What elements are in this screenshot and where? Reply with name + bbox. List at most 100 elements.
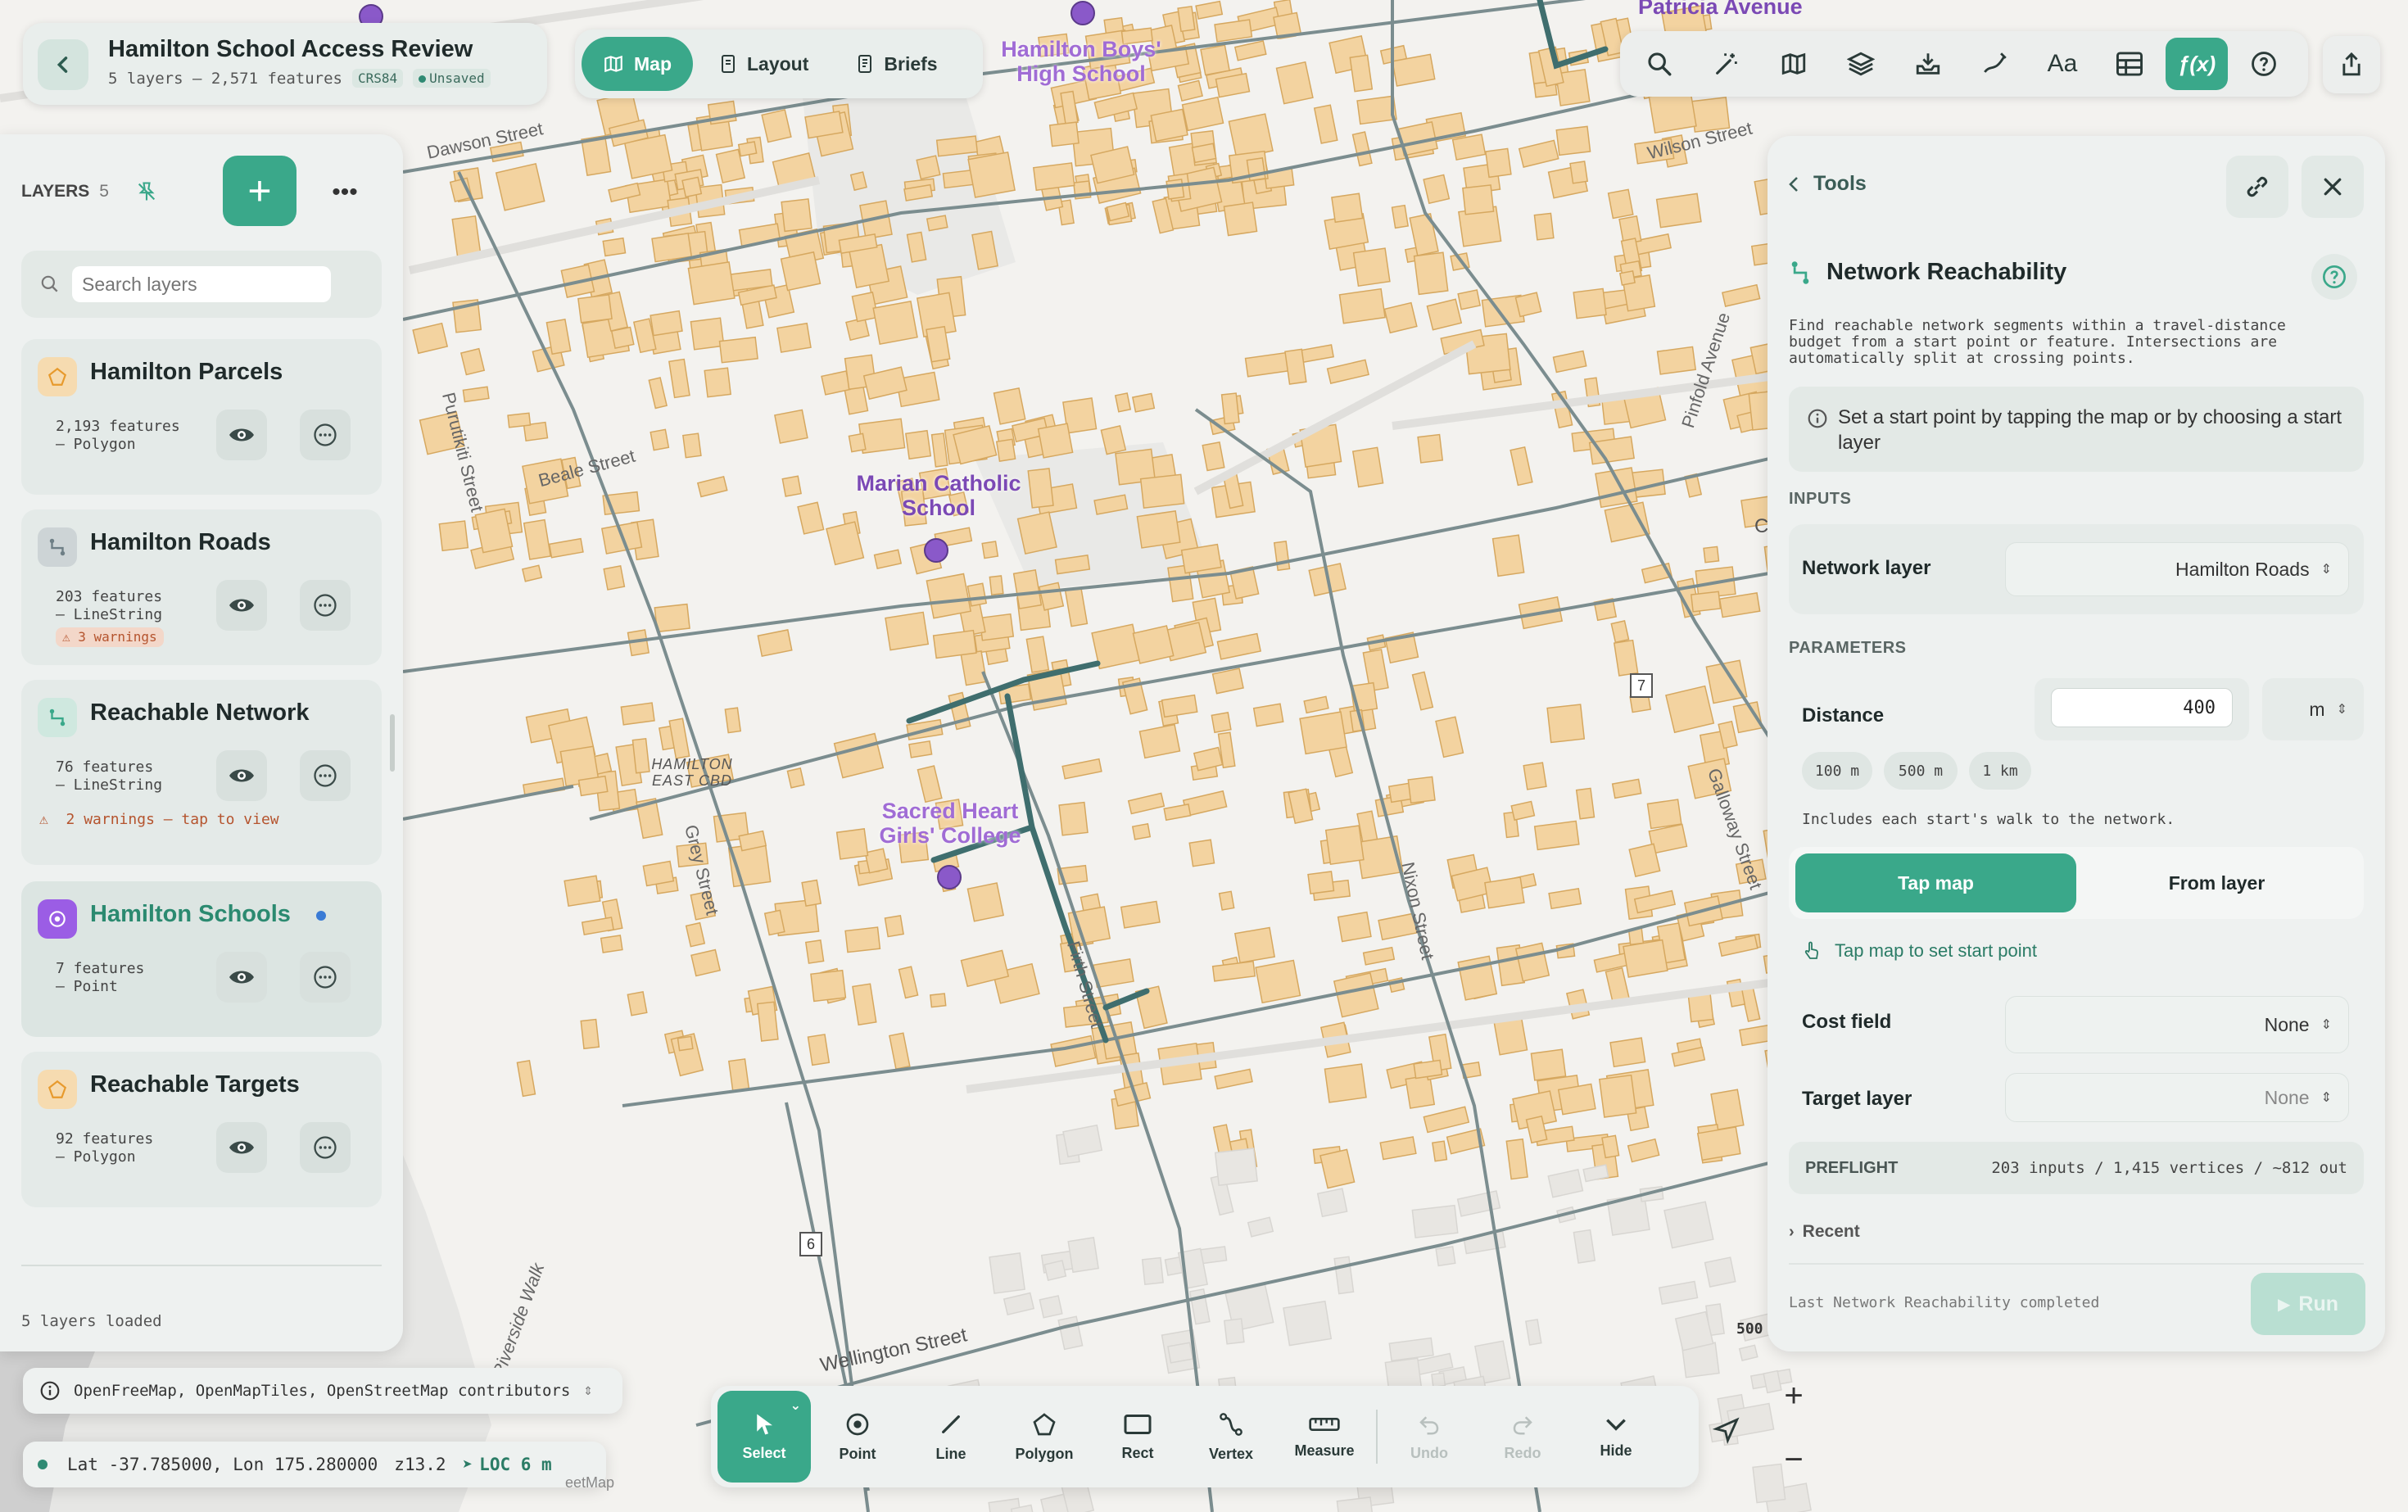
- zoom-out-button[interactable]: −: [1764, 1430, 1823, 1489]
- redo-tool-button[interactable]: Redo: [1476, 1391, 1569, 1483]
- sort-icon: ⇕: [2336, 703, 2347, 717]
- visibility-toggle[interactable]: [216, 580, 267, 631]
- layer-card[interactable]: Reachable Targets 92 features – Polygon: [21, 1052, 382, 1207]
- labels-button[interactable]: Aa: [2031, 38, 2093, 90]
- distance-chip-1km[interactable]: 1 km: [1969, 752, 2031, 790]
- share-button[interactable]: [2323, 36, 2380, 93]
- layer-name: Reachable Network: [90, 699, 310, 726]
- recent-toggle[interactable]: › Recent: [1789, 1222, 1860, 1242]
- building: [451, 215, 482, 257]
- building: [1530, 1048, 1567, 1081]
- from-layer-button[interactable]: From layer: [2076, 853, 2357, 912]
- building: [654, 603, 690, 633]
- pin-icon[interactable]: [135, 180, 158, 203]
- vertex-tool-button[interactable]: Vertex: [1184, 1391, 1278, 1483]
- layer-card[interactable]: Hamilton Parcels 2,193 features – Polygon: [21, 339, 382, 495]
- warning-badge[interactable]: ⚠ 3 warnings: [56, 627, 164, 647]
- building: [801, 879, 822, 908]
- layers-scrollbar[interactable]: [390, 714, 395, 772]
- layer-options-button[interactable]: [300, 1122, 351, 1173]
- building: [1462, 184, 1495, 215]
- layer-card[interactable]: Reachable Network 76 features – LineStrin…: [21, 680, 382, 865]
- tab-map[interactable]: Map: [582, 37, 693, 91]
- building: [926, 215, 948, 232]
- layer-options-button[interactable]: [300, 410, 351, 460]
- labels-icon: Aa: [2047, 50, 2078, 77]
- select-tool-button[interactable]: Select ⌄: [717, 1391, 811, 1483]
- target-layer-select[interactable]: None ⇕: [2005, 1073, 2349, 1122]
- tool-label: Point: [839, 1445, 876, 1462]
- distance-input[interactable]: [2051, 688, 2233, 727]
- layer-search-input[interactable]: [72, 266, 331, 302]
- building: [1601, 1134, 1620, 1159]
- network-layer-select[interactable]: Hamilton Roads ⇕: [2005, 542, 2349, 596]
- run-button[interactable]: ▶ Run: [2251, 1273, 2365, 1335]
- edge-label: C: [1754, 515, 1769, 537]
- building: [884, 915, 904, 938]
- layer-options-button[interactable]: [300, 952, 351, 1003]
- import-button[interactable]: [1897, 38, 1959, 90]
- tool-help-button[interactable]: [2311, 254, 2357, 300]
- distance-row: Distance m ⇕ 100 m 500 m 1 km Includes e…: [1789, 673, 2364, 976]
- layer-card[interactable]: Hamilton Roads 203 features – LineString ⚠…: [21, 509, 382, 665]
- project-title: Hamilton School Access Review: [108, 36, 473, 62]
- visibility-toggle[interactable]: [216, 952, 267, 1003]
- tab-layout[interactable]: Layout: [698, 37, 830, 91]
- distance-chip-100m[interactable]: 100 m: [1802, 752, 1872, 790]
- location-accuracy[interactable]: ➤ LOC 6 m: [463, 1455, 552, 1474]
- attribution-bar[interactable]: OpenFreeMap, OpenMapTiles, OpenStreetMap…: [23, 1368, 622, 1414]
- chevron-right-icon: ›: [1789, 1222, 1795, 1241]
- route-shield: 6: [799, 1232, 822, 1256]
- more-circle-icon: [313, 593, 337, 618]
- layers-button[interactable]: [1830, 38, 1892, 90]
- tool-title: Network Reachability: [1789, 259, 2066, 286]
- measure-tool-button[interactable]: Measure: [1278, 1391, 1371, 1483]
- building: [1331, 192, 1364, 224]
- sort-icon: ⇕: [2320, 1018, 2332, 1032]
- basemap-button[interactable]: [1763, 38, 1825, 90]
- vertex-icon: [1218, 1411, 1244, 1437]
- status-dot-icon: [419, 75, 427, 83]
- layer-options-button[interactable]: [300, 750, 351, 801]
- building: [1067, 1237, 1099, 1274]
- visibility-toggle[interactable]: [216, 750, 267, 801]
- line-tool-button[interactable]: Line: [904, 1391, 998, 1483]
- warning-link[interactable]: ⚠ 2 warnings – tap to view: [39, 811, 279, 828]
- network-layer-label: Network layer: [1802, 557, 1931, 579]
- layers-more-button[interactable]: •••: [319, 167, 370, 218]
- building: [1167, 1342, 1193, 1364]
- visibility-toggle[interactable]: [216, 1122, 267, 1173]
- point-tool-button[interactable]: Point: [811, 1391, 904, 1483]
- back-button[interactable]: [38, 39, 88, 90]
- copy-link-button[interactable]: [2226, 156, 2288, 218]
- visibility-toggle[interactable]: [216, 410, 267, 460]
- layer-card[interactable]: Hamilton Schools 7 features – Point: [21, 881, 382, 1037]
- navigate-button[interactable]: [1694, 1397, 1759, 1463]
- rect-icon: [1123, 1412, 1152, 1437]
- building: [1191, 143, 1217, 164]
- tools-back-button[interactable]: Tools: [1786, 172, 1867, 196]
- rect-tool-button[interactable]: Rect: [1091, 1391, 1184, 1483]
- zoom-in-button[interactable]: +: [1764, 1366, 1823, 1425]
- cost-field-select[interactable]: None ⇕: [2005, 996, 2349, 1053]
- tap-map-button[interactable]: Tap map: [1795, 853, 2076, 912]
- polygon-tool-button[interactable]: Polygon: [998, 1391, 1091, 1483]
- search-button[interactable]: [1628, 38, 1691, 90]
- building: [677, 1035, 694, 1052]
- building: [1338, 287, 1386, 324]
- function-button[interactable]: ƒ(x): [2166, 38, 2228, 90]
- building: [1316, 1188, 1348, 1218]
- table-button[interactable]: [2098, 38, 2161, 90]
- tab-briefs[interactable]: Briefs: [835, 37, 958, 91]
- draw-button[interactable]: [1964, 38, 2026, 90]
- distance-unit-select[interactable]: m ⇕: [2262, 678, 2364, 740]
- hide-tool-button[interactable]: Hide: [1569, 1391, 1663, 1483]
- layer-options-button[interactable]: [300, 580, 351, 631]
- close-button[interactable]: [2302, 156, 2364, 218]
- distance-chip-500m[interactable]: 500 m: [1884, 752, 1958, 790]
- add-layer-button[interactable]: +: [223, 156, 296, 226]
- building: [864, 848, 889, 874]
- undo-tool-button[interactable]: Undo: [1383, 1391, 1476, 1483]
- help-button[interactable]: [2233, 38, 2295, 90]
- magic-wand-button[interactable]: [1695, 38, 1758, 90]
